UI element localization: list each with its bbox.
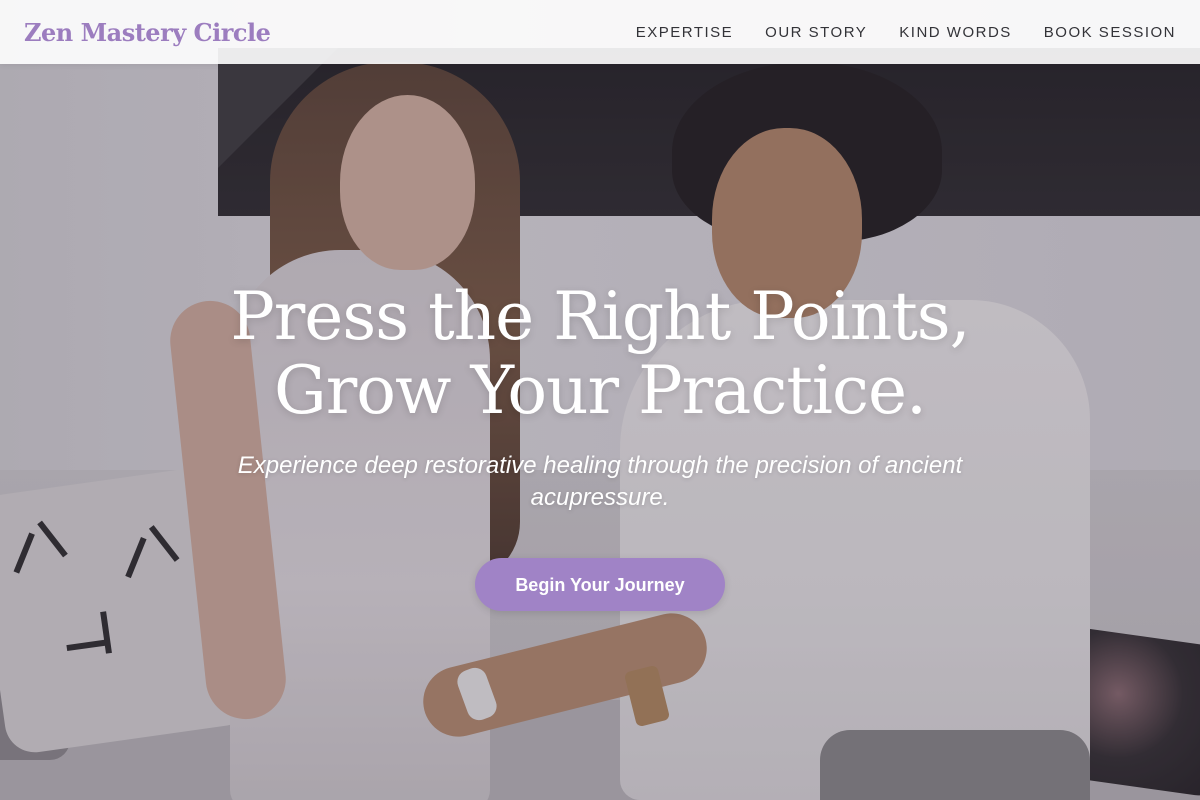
hero-subtitle: Experience deep restorative healing thro… [237,452,963,511]
begin-journey-button[interactable]: Begin Your Journey [475,558,725,611]
hero-title-line-1: Press the Right Points, [230,278,970,355]
hero-title: Press the Right Points, Grow Your Practi… [0,280,1200,428]
top-navbar: Zen Mastery Circle EXPERTISE OUR STORY K… [0,0,1200,64]
hero-title-line-2: Grow Your Practice. [274,352,927,429]
nav-link-expertise[interactable]: EXPERTISE [636,24,733,41]
hero-section: Press the Right Points, Grow Your Practi… [0,280,1200,611]
nav-link-our-story[interactable]: OUR STORY [765,24,867,41]
nav-link-book-session[interactable]: BOOK SESSION [1044,24,1176,41]
brand-logo-link[interactable]: Zen Mastery Circle [24,18,271,47]
landing-page: Zen Mastery Circle EXPERTISE OUR STORY K… [0,0,1200,800]
main-nav: EXPERTISE OUR STORY KIND WORDS BOOK SESS… [636,24,1176,41]
nav-link-kind-words[interactable]: KIND WORDS [899,24,1012,41]
